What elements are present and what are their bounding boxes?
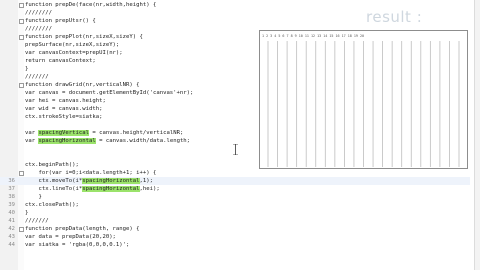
code-line[interactable]: 40} (0, 209, 470, 217)
code-text: //////// (25, 10, 52, 16)
fold-toggle-icon[interactable] (19, 83, 24, 88)
code-text: ctx.moveTo(i*spacingHorizontal,1); (25, 178, 154, 184)
result-label: result : (366, 8, 423, 26)
fold-toggle-icon[interactable] (19, 227, 24, 232)
fold-toggle-icon[interactable] (19, 19, 24, 24)
line-number: 42 (8, 226, 15, 232)
line-number: 44 (8, 242, 15, 248)
code-text: return canvasContext; (25, 58, 96, 64)
code-line[interactable]: 38 } (0, 193, 470, 201)
code-text: /////// (25, 74, 49, 80)
line-number: 36 (8, 178, 15, 184)
grid-lines (267, 41, 460, 167)
code-line[interactable]: 37 ctx.lineTo(i*spacingHorizontal,hei); (0, 185, 470, 193)
line-number: 39 (8, 202, 15, 208)
code-line[interactable]: 43 var data = prepData(20,20); (0, 233, 470, 241)
code-text: } (25, 194, 42, 200)
code-text: var spacingHorizontal = canvas.width/dat… (25, 138, 191, 144)
text-cursor-icon (233, 144, 238, 155)
code-text: function prepPlot(nr,sizeX,sizeY) { (25, 34, 143, 40)
code-line[interactable] (0, 257, 470, 265)
code-text: for(var i=0;i<data.length+1; i++) { (25, 170, 157, 176)
code-line[interactable] (0, 249, 470, 257)
code-text: ctx.strokeStyle=siatka; (25, 114, 103, 120)
code-text: function drawGrid(nr,verticalNR) { (25, 82, 140, 88)
code-text: function prepData(length, range) { (25, 226, 140, 232)
line-number: 43 (8, 234, 15, 240)
code-text: ctx.lineTo(i*spacingHorizontal,hei); (25, 186, 160, 192)
code-line[interactable]: 42 function prepData(length, range) { (0, 225, 470, 233)
code-line[interactable]: 41 /////// (0, 217, 470, 225)
code-text: var canvasContext=prepUI(nr); (25, 50, 123, 56)
code-line[interactable]: 39 ctx.closePath(); (0, 201, 470, 209)
code-line[interactable]: 36 ctx.moveTo(i*spacingHorizontal,1); (0, 177, 470, 185)
code-line[interactable]: 44 var siatka = 'rgba(0,0,0,0.1)'; (0, 241, 470, 249)
fold-toggle-icon[interactable] (19, 35, 24, 40)
code-text: } (25, 210, 29, 216)
code-text: //////// (25, 26, 52, 32)
code-text: var hei = canvas.height; (25, 98, 106, 104)
code-text: ctx.closePath(); (25, 202, 79, 208)
code-text: var data = prepData(20,20); (25, 234, 116, 240)
line-number: 40 (8, 210, 15, 216)
code-text: var spacingVertical = canvas.height/vert… (25, 130, 184, 136)
code-text: /////// (25, 218, 49, 224)
code-text: function prepDe(face(nr,width,height) { (25, 2, 157, 8)
code-text: var canvas = document.getElementById('ca… (25, 90, 194, 96)
code-text: } (25, 66, 29, 72)
fold-toggle-icon[interactable] (19, 3, 24, 8)
code-text: var siatka = 'rgba(0,0,0,0.1)'; (25, 242, 130, 248)
fold-toggle-icon[interactable] (19, 171, 24, 176)
result-canvas: 1 2 3 4 5 6 7 8 9 10 11 12 13 14 15 16 1… (259, 30, 468, 169)
code-text: function prepUtsr() { (25, 18, 96, 24)
code-text: ctx.beginPath(); (25, 162, 79, 168)
line-number: 41 (8, 218, 15, 224)
code-line[interactable]: for(var i=0;i<data.length+1; i++) { (0, 169, 470, 177)
line-number: 37 (8, 186, 15, 192)
line-number: 38 (8, 194, 15, 200)
code-text: prepSurface(nr,sizeX,sizeY); (25, 42, 120, 48)
vertical-scrollbar[interactable] (474, 0, 480, 270)
code-text: var wid = canvas.width; (25, 106, 103, 112)
